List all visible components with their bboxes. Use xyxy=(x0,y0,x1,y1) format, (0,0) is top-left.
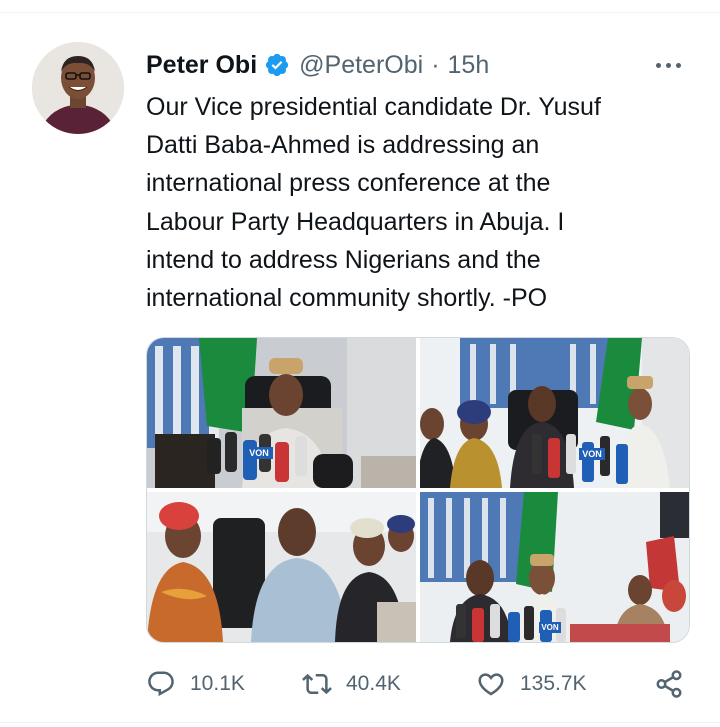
photo-4[interactable] xyxy=(420,492,689,642)
reply-button[interactable]: 10.1K xyxy=(146,664,245,704)
tweet-text-line: intend to address Nigerians and the xyxy=(146,245,541,274)
separator-dot: · xyxy=(431,50,440,79)
photo-1[interactable] xyxy=(147,338,416,488)
tweet-text-line: international press conference at the xyxy=(146,169,551,198)
repost-icon xyxy=(302,673,332,695)
von-mic-label: VON xyxy=(539,622,561,633)
von-mic-label: VON xyxy=(579,448,605,460)
avatar[interactable] xyxy=(32,42,124,134)
media-grid: VON VON VON xyxy=(146,337,690,643)
like-count: 135.7K xyxy=(520,672,587,695)
author-name[interactable]: Peter Obi xyxy=(146,51,257,80)
top-divider xyxy=(0,12,720,13)
action-bar: 10.1K 40.4K 135.7K xyxy=(146,664,691,704)
reply-icon xyxy=(148,671,174,697)
repost-count: 40.4K xyxy=(346,672,401,695)
timestamp[interactable]: 15h xyxy=(448,51,490,80)
tweet-text: Our Vice presidential candidate Dr. Yusu… xyxy=(146,88,686,317)
share-button[interactable] xyxy=(654,664,684,704)
share-icon xyxy=(656,670,682,698)
tweet-text-line: international community shortly. -PO xyxy=(146,284,548,313)
tweet-header: Peter Obi @PeterObi · 15h xyxy=(146,48,489,82)
author-handle[interactable]: @PeterObi xyxy=(299,51,423,80)
photo-3[interactable] xyxy=(147,492,416,642)
photo-2[interactable] xyxy=(420,338,689,488)
like-button[interactable]: 135.7K xyxy=(476,664,587,704)
heart-icon xyxy=(478,673,504,696)
verified-badge-icon xyxy=(266,53,289,77)
repost-button[interactable]: 40.4K xyxy=(302,664,401,704)
tweet-text-line: Our Vice presidential candidate Dr. Yusu… xyxy=(146,93,601,121)
tweet-text-line: Labour Party Headquarters in Abuja. I xyxy=(146,207,565,236)
reply-count: 10.1K xyxy=(190,672,245,695)
more-dots-icon[interactable] xyxy=(648,56,688,74)
bottom-divider xyxy=(0,722,720,723)
von-mic-label: VON xyxy=(245,447,273,459)
tweet-text-line: Datti Baba-Ahmed is addressing an xyxy=(146,131,540,160)
